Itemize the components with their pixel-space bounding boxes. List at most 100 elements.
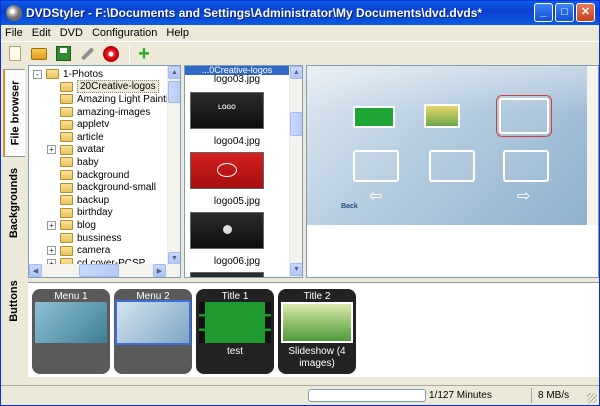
tree-item-label: appletv [77,119,110,131]
tree-item-label: baby [77,156,99,168]
menu-bar: File Edit DVD Configuration Help [1,25,599,41]
menu-button-frame[interactable] [429,150,475,182]
open-button[interactable] [29,44,49,64]
backgrounds-scroll-up-button[interactable]: ▲ [290,66,302,79]
menu-edit[interactable]: Edit [32,27,51,39]
tree-item[interactable]: bussiness [47,232,121,245]
menu-card-selected[interactable]: Menu 2 [114,289,192,374]
minimize-button[interactable]: _ [534,3,553,22]
menu-button-title-1[interactable] [353,106,395,128]
background-thumbnail[interactable] [190,212,264,249]
tab-file-browser[interactable]: File browser [3,69,25,157]
file-tree[interactable]: - 1-Photos 20Creative-logos Amazing Light P… [28,65,181,278]
dvd-disc-icon [6,5,22,21]
tree-horizontal-scrollbar[interactable]: ◀ ▶ [29,264,180,277]
menu-button-frame[interactable] [353,150,399,182]
backgrounds-vertical-scrollbar[interactable]: ▲ ▼ [289,66,302,277]
folder-icon [60,182,73,193]
background-item-name[interactable]: logo04.jpg [185,136,289,147]
background-item-name[interactable]: logo03.jpg [185,74,289,85]
tab-buttons-label: Buttons [8,280,21,322]
status-separator [531,388,532,403]
menu-thumbnail [115,300,191,345]
menu-file[interactable]: File [5,27,23,39]
save-icon [55,46,71,61]
close-button[interactable]: ✕ [576,3,595,22]
tree-item[interactable]: - 1-Photos [33,68,103,81]
background-thumbnail[interactable]: LOGO [190,92,264,129]
tree-hscroll-thumb[interactable] [79,264,119,277]
tree-item-label: avatar [77,144,105,156]
round-logo-icon [223,225,232,234]
side-tabs: File browser Backgrounds Buttons [1,65,27,377]
window-controls: _ □ ✕ [534,3,595,22]
title-card[interactable]: Title 2 Slideshow (4 images) [278,289,356,374]
tree-item[interactable]: + blog [47,219,96,232]
title-bar[interactable]: DVDStyler - F:\Documents and Settings\Ad… [1,1,599,25]
tree-item[interactable]: article [47,131,104,144]
menu-canvas[interactable]: ⇦ ⇨ Back [307,66,589,225]
new-button[interactable] [5,44,25,64]
tree-item[interactable]: + camera [47,244,110,257]
title-card[interactable]: Title 1 test [196,289,274,374]
tree-scroll-thumb[interactable] [168,81,180,103]
tree-expander-icon[interactable]: + [47,246,56,256]
tree-item[interactable]: + avatar [47,144,105,157]
menu-button-title-2[interactable] [424,104,460,128]
preview-vertical-scrollbar[interactable] [587,66,598,225]
background-item-name[interactable]: logo05.jpg [185,196,289,207]
tree-scroll-left-button[interactable]: ◀ [29,264,42,277]
menu-dvd[interactable]: DVD [60,27,83,39]
tree-item[interactable]: background [47,169,129,182]
new-file-icon [9,46,21,61]
menu-preview[interactable]: ⇦ ⇨ Back [306,65,599,278]
folder-icon [60,81,73,92]
folder-icon [46,69,59,80]
backgrounds-scroll-thumb[interactable] [290,112,302,136]
resize-grip[interactable] [587,393,597,403]
tree-expander-icon[interactable]: - [33,69,42,79]
add-icon: + [138,42,150,65]
menu-help[interactable]: Help [166,27,189,39]
menu-card[interactable]: Menu 1 [32,289,110,374]
tree-item[interactable]: amazing-images [47,106,150,119]
add-button[interactable]: + [134,44,154,64]
card-title: Menu 2 [136,291,170,302]
tree-item[interactable]: backup [47,194,109,207]
tree-item[interactable]: baby [47,156,99,169]
tree-item[interactable]: appletv [47,118,109,131]
card-title: Menu 1 [54,291,88,302]
backgrounds-scroll-down-button[interactable]: ▼ [290,263,302,276]
tree-item-label: background-small [77,182,156,194]
maximize-button[interactable]: □ [555,3,574,22]
tree-vertical-scrollbar[interactable]: ▲ ▼ [167,66,180,265]
tree-scroll-up-button[interactable]: ▲ [168,66,180,79]
tree-item[interactable]: Amazing Light Paintings [47,93,180,106]
folder-icon [60,119,73,130]
tree-expander-icon[interactable]: + [47,220,56,230]
toolbar: + [1,41,599,65]
tab-backgrounds[interactable]: Backgrounds [3,161,25,245]
background-thumbnail[interactable] [190,152,264,189]
background-item-name[interactable]: logo06.jpg [185,256,289,267]
folder-icon [60,107,73,118]
tree-scroll-right-button[interactable]: ▶ [153,264,166,277]
menu-configuration[interactable]: Configuration [92,27,157,39]
menu-button-frame-selected[interactable] [496,95,552,137]
next-arrow-icon[interactable]: ⇨ [517,186,530,206]
save-button[interactable] [53,44,73,64]
tree-item[interactable]: 20Creative-logos [47,80,159,94]
tab-buttons[interactable]: Buttons [3,271,25,331]
tree-item[interactable]: birthday [47,207,113,220]
background-thumbnail[interactable] [190,272,264,277]
backgrounds-list[interactable]: ...0Creative-logos logo03.jpg LOGO logo0… [184,65,303,278]
settings-button[interactable] [77,44,97,64]
tree-item[interactable]: background-small [47,181,156,194]
previous-arrow-icon[interactable]: ⇦ [369,186,382,206]
folder-icon [60,245,73,256]
burn-button[interactable] [101,44,121,64]
menu-button-frame[interactable] [503,150,549,182]
tree-expander-icon[interactable]: + [47,145,56,155]
card-subtitle: test [226,346,244,357]
back-label[interactable]: Back [341,203,358,210]
